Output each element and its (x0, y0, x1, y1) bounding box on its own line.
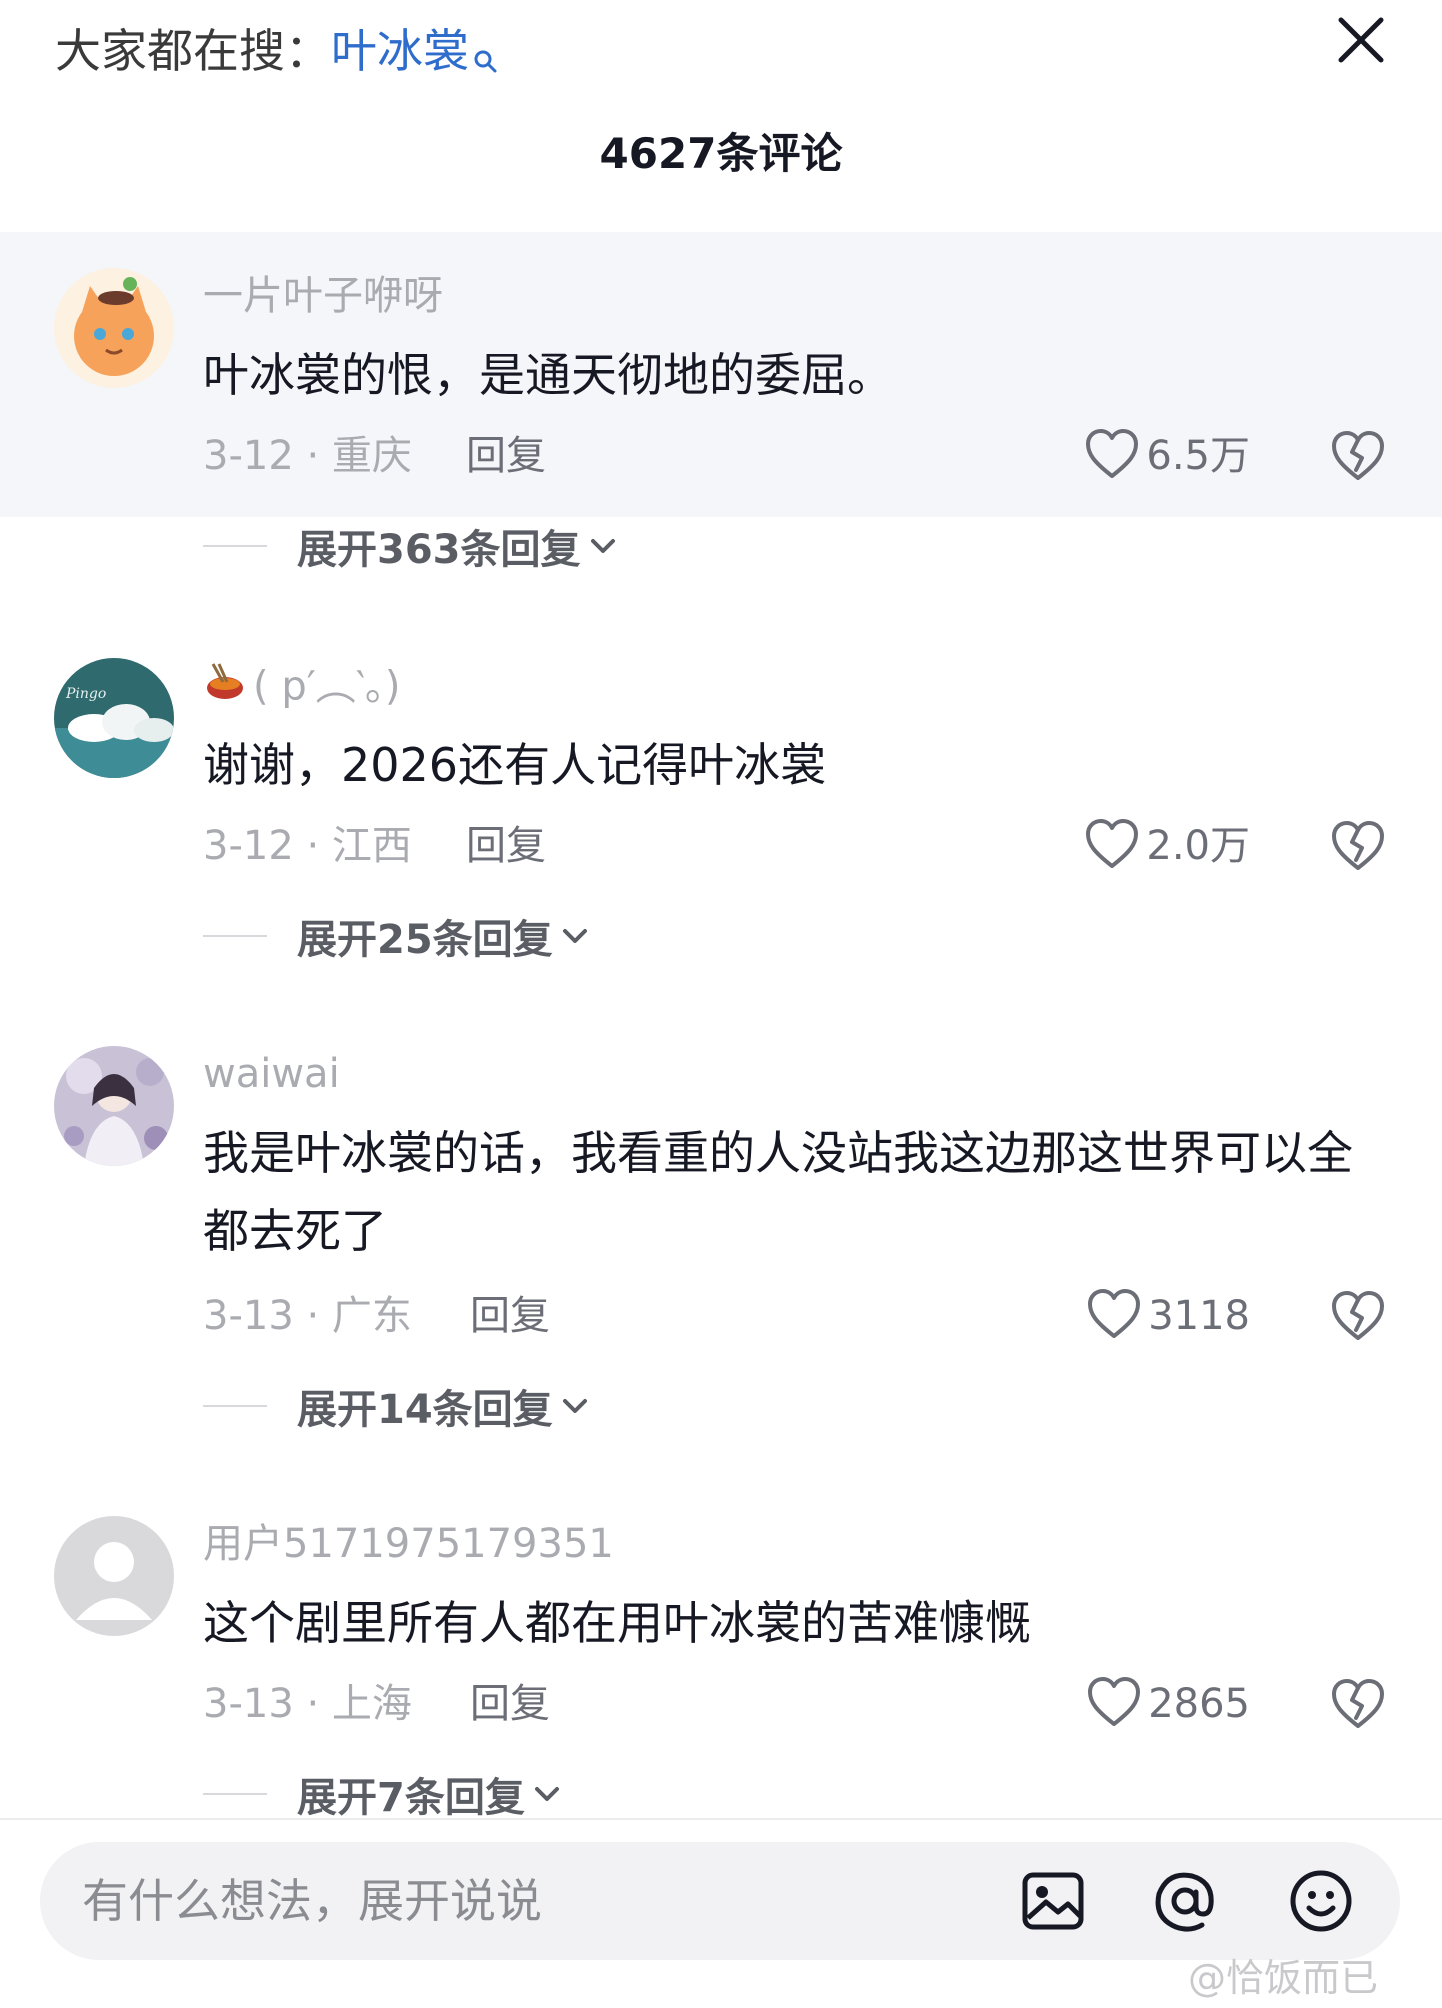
image-icon[interactable] (1020, 1868, 1086, 1934)
comment-username[interactable]: ( p′︵‵。) (203, 660, 400, 717)
avatar[interactable] (54, 268, 174, 388)
expand-replies-button[interactable]: 展开7条回复 (203, 1766, 561, 1822)
broken-heart-icon[interactable] (1330, 1676, 1386, 1732)
expand-divider (203, 1405, 267, 1407)
like-count: 3118 (1148, 1293, 1250, 1339)
like-count: 6.5万 (1146, 433, 1250, 479)
expand-replies-button[interactable]: 展开25条回复 (203, 908, 589, 964)
comment-username[interactable]: waiwai (203, 1048, 340, 1100)
heart-icon (1086, 1676, 1142, 1732)
avatar[interactable]: Pingo (54, 658, 174, 778)
expand-replies-label: 展开25条回复 (297, 917, 553, 963)
comment-date-location: 3-13 · 上海 (203, 1681, 412, 1727)
bottom-divider (0, 1818, 1442, 1820)
comment-input[interactable]: 有什么想法，展开说说 (82, 1842, 542, 1960)
chevron-down-icon (533, 1785, 561, 1807)
comment-text: 这个剧里所有人都在用叶冰裳的苦难慷慨 (203, 1596, 1031, 1650)
like-button[interactable]: 2.0万 (1060, 818, 1250, 874)
noodle-emoji-icon (203, 660, 247, 717)
heart-icon (1086, 1288, 1142, 1344)
comment-text: 叶冰裳的恨，是通天彻地的委屈。 (203, 348, 893, 402)
reply-button[interactable]: 回复 (470, 1676, 550, 1732)
comment-text: 我是叶冰裳的话，我看重的人没站我这边那这世界可以全都去死了 (203, 1126, 1353, 1258)
comment-date-location: 3-12 · 重庆 (203, 433, 412, 479)
comment-username-text: ( p′︵‵。) (253, 663, 401, 710)
expand-divider (203, 1793, 267, 1795)
chevron-down-icon (561, 927, 589, 949)
mention-icon[interactable] (1152, 1868, 1218, 1934)
svg-text:Pingo: Pingo (65, 686, 106, 702)
emoji-icon[interactable] (1288, 1868, 1354, 1934)
like-button[interactable]: 3118 (1060, 1288, 1250, 1344)
heart-icon (1084, 818, 1140, 874)
reply-button[interactable]: 回复 (470, 1288, 550, 1344)
search-keyword[interactable]: 叶冰裳 (331, 24, 469, 78)
comment-username[interactable]: 一片叶子咿呀 (203, 270, 443, 322)
comment-date-location: 3-13 · 广东 (203, 1293, 412, 1339)
broken-heart-icon[interactable] (1330, 428, 1386, 484)
chevron-down-icon (589, 537, 617, 559)
search-icon (473, 28, 499, 90)
like-button[interactable]: 2865 (1060, 1676, 1250, 1732)
heart-icon (1084, 428, 1140, 484)
comment-text: 谢谢，2026还有人记得叶冰裳 (203, 738, 827, 792)
like-button[interactable]: 6.5万 (1060, 428, 1250, 484)
reply-button[interactable]: 回复 (466, 428, 546, 484)
reply-button[interactable]: 回复 (466, 818, 546, 874)
like-count: 2865 (1148, 1681, 1250, 1727)
close-icon[interactable] (1335, 14, 1387, 66)
like-count: 2.0万 (1146, 823, 1250, 869)
watermark: @恰饭而已 (1188, 1956, 1379, 2000)
search-prefix: 大家都在搜： (55, 24, 331, 78)
avatar[interactable] (54, 1046, 174, 1166)
broken-heart-icon[interactable] (1330, 818, 1386, 874)
chevron-down-icon (561, 1397, 589, 1419)
comment-input-bar[interactable]: 有什么想法，展开说说 (40, 1842, 1400, 1960)
avatar[interactable] (54, 1516, 174, 1636)
expand-divider (203, 545, 267, 547)
expand-replies-button[interactable]: 展开14条回复 (203, 1378, 589, 1434)
broken-heart-icon[interactable] (1330, 1288, 1386, 1344)
expand-replies-label: 展开7条回复 (297, 1775, 525, 1821)
expand-replies-label: 展开363条回复 (297, 527, 581, 573)
search-suggestion[interactable]: 大家都在搜：叶冰裳 (55, 20, 499, 90)
expand-replies-label: 展开14条回复 (297, 1387, 553, 1433)
comment-username[interactable]: 用户5171975179351 (203, 1518, 614, 1570)
comment-count-title: 4627条评论 (599, 129, 843, 178)
expand-replies-button[interactable]: 展开363条回复 (203, 518, 617, 574)
comment-date-location: 3-12 · 江西 (203, 823, 412, 869)
expand-divider (203, 935, 267, 937)
